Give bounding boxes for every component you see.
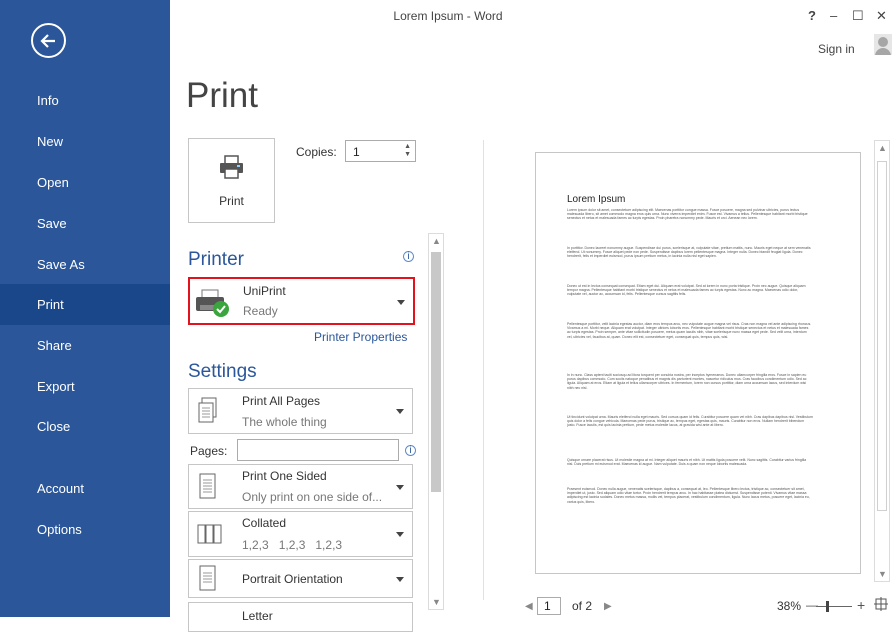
print-button-label: Print [219,194,244,208]
next-page-icon[interactable]: ▶ [604,601,612,612]
sidebar-item-open[interactable]: Open [0,162,170,203]
page-count: of 2 [572,599,593,613]
scroll-up-icon[interactable]: ▲ [878,143,887,153]
sidebar-item-save-as[interactable]: Save As [0,244,170,285]
sidebar-item-print[interactable]: Print [0,284,170,325]
pages-icon [198,397,217,423]
collation-dropdown[interactable]: Collated 1,2,3 1,2,3 1,2,3 [188,511,413,557]
pages-input[interactable] [237,439,399,461]
orientation-dropdown[interactable]: Portrait Orientation [188,559,413,598]
spin-arrows-icon[interactable]: ▲ ▼ [404,143,411,159]
back-arrow-icon [40,34,55,48]
sidebar-item-share[interactable]: Share [0,325,170,366]
paper-size-title: Letter [242,609,273,623]
printer-section-heading: Printer [188,249,244,270]
chevron-down-icon [396,485,404,490]
page-number-input[interactable]: 1 [537,597,561,615]
window-title: Lorem Ipsum - Word [393,9,503,23]
printer-name: UniPrint [243,284,286,298]
orientation-title: Portrait Orientation [242,572,343,586]
doc-title: Lorem Ipsum [567,194,626,205]
settings-section-heading: Settings [188,361,257,382]
copies-label: Copies: [296,145,337,159]
help-button[interactable]: ? [808,8,816,23]
sides-subtitle: Only print on one side of... [242,490,383,504]
close-button[interactable]: ✕ [876,8,887,24]
printer-ready-icon [196,289,229,317]
printer-dropdown[interactable]: UniPrint Ready [188,277,415,325]
doc-paragraph: Ut tincidunt volutpat urna. Mauris eleif… [567,415,813,428]
collation-subtitle: 1,2,3 1,2,3 1,2,3 [242,538,343,552]
scroll-thumb[interactable] [431,252,441,492]
print-range-dropdown[interactable]: Print All Pages The whole thing [188,388,413,434]
scroll-down-icon[interactable]: ▼ [432,597,441,607]
doc-paragraph: Donec ut est in lectus consequat consequ… [567,284,806,297]
sides-dropdown[interactable]: Print One Sided Only print on one side o… [188,464,413,509]
paper-size-dropdown[interactable]: Letter [188,602,413,632]
printer-icon [220,155,243,179]
page-title: Print [186,76,258,115]
maximize-button[interactable]: ☐ [852,8,864,24]
doc-paragraph: Quisque ornare placerat risus. Ut molest… [567,458,807,467]
sidebar-item-options[interactable]: Options [0,509,170,550]
back-button[interactable] [31,23,66,58]
zoom-level: 38% [777,599,802,613]
doc-paragraph: Praesent euismod. Donec nulla augue, ven… [567,487,810,504]
info-icon[interactable]: i [405,445,416,456]
avatar[interactable] [874,34,892,55]
one-sided-icon [199,473,216,499]
settings-scrollbar[interactable]: ▲ ▼ [428,233,444,610]
sign-in-link[interactable]: Sign in [818,42,855,56]
chevron-down-icon [397,300,405,305]
portrait-icon [199,565,216,591]
chevron-down-icon [396,577,404,582]
chevron-down-icon [396,532,404,537]
zoom-slider[interactable] [816,601,852,612]
sidebar-item-new[interactable]: New [0,121,170,162]
scroll-down-icon[interactable]: ▼ [878,569,887,579]
printer-status: Ready [243,304,278,318]
pane-divider [483,140,484,600]
sidebar-item-account[interactable]: Account [0,468,170,509]
collation-title: Collated [242,516,287,530]
print-preview-page: Lorem Ipsum Lorem ipsum dolor sit amet, … [535,152,861,574]
scroll-up-icon[interactable]: ▲ [432,236,441,246]
copies-value: 1 [353,145,360,159]
doc-paragraph: Pellentesque porttitor, velit lacinia eg… [567,322,812,339]
doc-paragraph: Lorem ipsum dolor sit amet, consectetuer… [567,208,808,221]
doc-paragraph: In porttitor. Donec laoreet nonummy augu… [567,246,811,259]
print-range-title: Print All Pages [242,394,321,408]
collated-icon [197,524,222,544]
zoom-out-button[interactable]: — [806,598,818,612]
doc-paragraph: In in nunc. Class aptent taciti sociosqu… [567,373,807,390]
info-icon[interactable]: i [403,251,414,262]
print-range-subtitle: The whole thing [242,415,327,429]
zoom-to-page-icon[interactable] [874,597,888,611]
zoom-in-button[interactable]: + [857,597,865,613]
chevron-down-icon [396,409,404,414]
copies-stepper[interactable]: 1 ▲ ▼ [345,140,416,162]
printer-properties-link[interactable]: Printer Properties [314,330,407,344]
scroll-thumb[interactable] [877,161,887,511]
sidebar-item-export[interactable]: Export [0,366,170,407]
preview-scrollbar[interactable]: ▲ ▼ [874,140,890,582]
zoom-slider-thumb[interactable] [826,601,829,612]
sides-title: Print One Sided [242,469,327,483]
sidebar-item-info[interactable]: Info [0,80,170,121]
pages-label: Pages: [190,444,228,458]
print-button[interactable]: Print [188,138,275,223]
backstage-sidebar: Info New Open Save Save As Print Share E… [0,0,170,617]
previous-page-icon[interactable]: ◀ [525,601,533,612]
sidebar-item-save[interactable]: Save [0,203,170,244]
minimize-button[interactable]: – [830,8,837,23]
sidebar-item-close[interactable]: Close [0,406,170,447]
